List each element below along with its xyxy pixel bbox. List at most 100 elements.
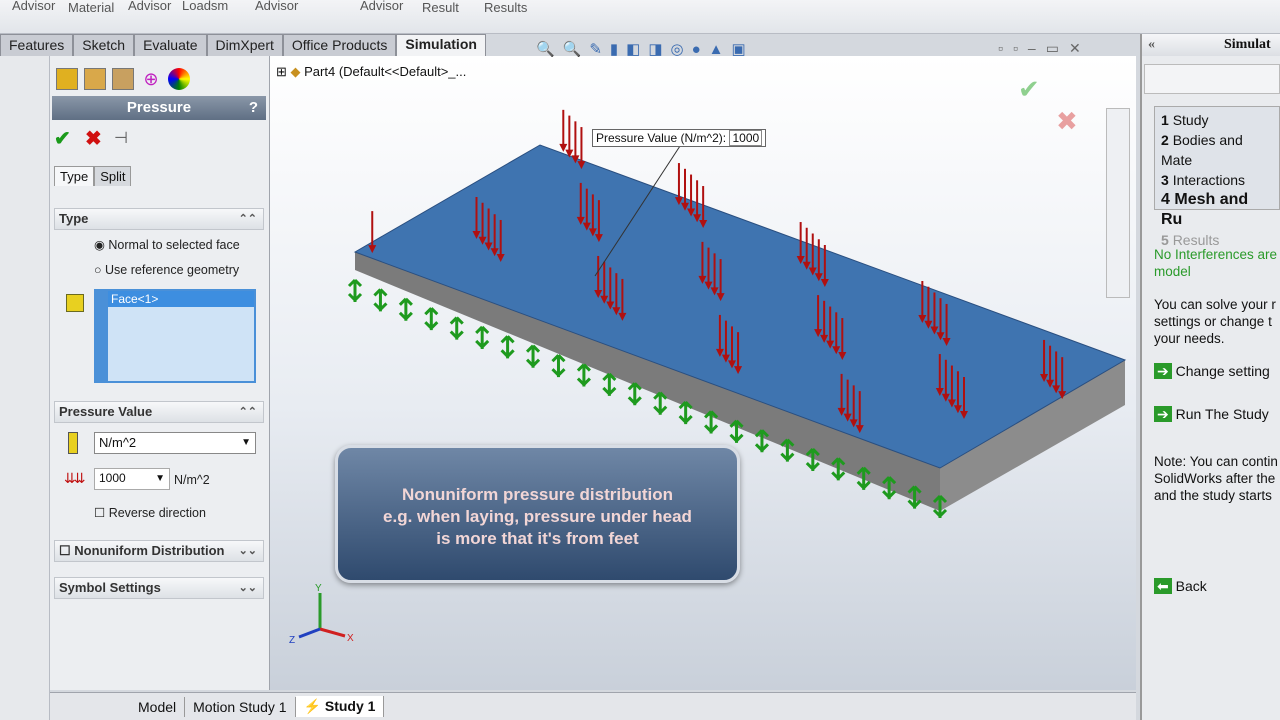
- fixture-symbol: [729, 419, 744, 443]
- fixture-symbol: [373, 288, 388, 312]
- pane-header-bar: [1144, 64, 1280, 94]
- pressure-arrows-icon: ⇊⇊: [64, 470, 86, 486]
- tab-study-1[interactable]: ⚡ Study 1: [295, 696, 385, 717]
- reverse-direction-checkbox[interactable]: ☐ Reverse direction: [94, 505, 206, 520]
- value-unit: N/m^2: [174, 473, 210, 487]
- fixture-symbol: [475, 325, 490, 350]
- change-settings-link[interactable]: ➔ Change setting: [1154, 363, 1280, 380]
- window-controls[interactable]: ▫▫–▭✕: [998, 40, 1091, 57]
- back-link[interactable]: ⬅ Back: [1154, 578, 1280, 595]
- unit-select[interactable]: N/m^2 ▼: [94, 432, 256, 454]
- radio-normal-label: Normal to selected face: [108, 238, 240, 252]
- property-manager-icon[interactable]: [84, 68, 106, 90]
- face-item[interactable]: Face<1>: [108, 291, 254, 307]
- fixture-symbol: [602, 372, 617, 397]
- task-pane-tabs[interactable]: [1106, 108, 1130, 298]
- type-section-label: Type: [59, 211, 89, 226]
- fixture-symbol: [627, 382, 642, 406]
- axis-z: Z: [289, 635, 295, 646]
- simulation-toolbar: [0, 56, 50, 720]
- arrow-left-icon: ⬅: [1154, 578, 1172, 594]
- fixture-symbol: [424, 307, 439, 331]
- type-section-header[interactable]: Type ⌃⌃: [54, 208, 264, 230]
- fixture-symbol: [500, 335, 515, 359]
- dimxpert-icon[interactable]: ⊕: [140, 68, 162, 90]
- ribbon-item[interactable]: Advisor: [128, 0, 171, 13]
- face-selection-box[interactable]: Face<1>: [94, 289, 256, 383]
- step-mesh-run[interactable]: 4 Mesh and Ru: [1161, 190, 1273, 230]
- display-manager-icon[interactable]: [168, 68, 190, 90]
- tab-evaluate[interactable]: Evaluate: [134, 34, 207, 56]
- radio-normal[interactable]: ◉ Normal to selected face: [94, 237, 240, 252]
- ok-check-icon[interactable]: ✔: [54, 126, 71, 151]
- tab-model[interactable]: Model: [130, 696, 186, 717]
- pane-title: Simulat: [1224, 37, 1271, 52]
- callout-value[interactable]: 1000: [729, 130, 763, 146]
- pm-subtabs: Type Split: [54, 166, 132, 186]
- pressure-callout[interactable]: Pressure Value (N/m^2): 1000: [592, 129, 767, 147]
- tab-dimxpert[interactable]: DimXpert: [206, 34, 283, 56]
- tab-features[interactable]: Features: [0, 34, 74, 56]
- ribbon-item[interactable]: Advisor: [255, 0, 298, 13]
- fixture-symbol: [449, 316, 464, 340]
- fixture-symbol: [551, 354, 566, 378]
- tab-split[interactable]: Split: [94, 166, 132, 186]
- pin-icon[interactable]: ⊣: [114, 128, 128, 148]
- ribbon-item[interactable]: Material: [68, 0, 114, 15]
- configuration-manager-icon[interactable]: [112, 68, 134, 90]
- face-icon: [66, 294, 84, 312]
- tab-type[interactable]: Type: [54, 166, 95, 186]
- pm-title: Pressure?: [52, 96, 266, 120]
- ribbon-item[interactable]: Advisor: [360, 0, 403, 13]
- pm-tab-icons: ⊕: [56, 68, 190, 90]
- collapse-pane-icon[interactable]: «: [1148, 34, 1155, 56]
- dropdown-arrow-icon: ▼: [241, 437, 251, 448]
- fixture-symbol: [678, 401, 693, 425]
- arrow-right-icon: ➔: [1154, 406, 1172, 422]
- pm-title-text: Pressure: [126, 99, 192, 116]
- nonuniform-label: Nonuniform Distribution: [74, 543, 225, 558]
- arrow-right-icon: ➔: [1154, 363, 1172, 379]
- pressure-value: 1000: [99, 471, 126, 485]
- collapse-icon: ⌃⌃: [238, 213, 257, 225]
- triad: Y Z X: [289, 583, 354, 646]
- pressure-value-label: Pressure Value: [59, 404, 153, 419]
- pressure-value-input[interactable]: 1000 ▼: [94, 468, 170, 490]
- collapse-icon: ⌃⌃: [238, 406, 257, 418]
- caption-line: Nonuniform pressure distribution: [401, 485, 674, 504]
- expand-icon: ⌄⌄: [238, 582, 257, 594]
- cancel-x-icon[interactable]: ✖: [85, 126, 102, 151]
- reverse-direction-label: Reverse direction: [108, 506, 206, 520]
- help-icon[interactable]: ?: [249, 96, 258, 120]
- axis-x: X: [347, 633, 354, 644]
- graphics-area[interactable]: ⊞ ◆ Part4 (Default<<Default>_... Pressur…: [270, 56, 1136, 690]
- tab-motion-study[interactable]: Motion Study 1: [185, 696, 296, 717]
- simulation-advisor-pane: « Simulat 1 Study 2 Bodies and Mate 3 In…: [1140, 34, 1280, 720]
- radio-reference[interactable]: ○ Use reference geometry: [94, 263, 239, 277]
- view-toolbar[interactable]: 🔍🔍✎▮◧◨◎●▲▣: [536, 40, 754, 58]
- ribbon-item[interactable]: Result: [422, 0, 459, 15]
- confirm-check-icon[interactable]: ✔: [1018, 74, 1040, 105]
- tab-sketch[interactable]: Sketch: [73, 34, 135, 56]
- step-study[interactable]: 1 Study: [1161, 110, 1273, 130]
- feature-manager-icon[interactable]: [56, 68, 78, 90]
- step-bodies[interactable]: 2 Bodies and Mate: [1161, 130, 1273, 170]
- unit-value: N/m^2: [99, 435, 137, 450]
- tab-office-products[interactable]: Office Products: [282, 34, 397, 56]
- nonuniform-header[interactable]: ☐ Nonuniform Distribution ⌄⌄: [54, 540, 264, 562]
- ribbon-item[interactable]: Advisor: [12, 0, 55, 13]
- fixture-symbol: [398, 297, 413, 321]
- caption-line: e.g. when laying, pressure under head: [383, 507, 692, 526]
- confirm-cancel-icon[interactable]: ✖: [1056, 106, 1078, 137]
- solve-message: You can solve your r settings or change t…: [1154, 297, 1276, 346]
- ribbon-item[interactable]: Loadsm: [182, 0, 228, 13]
- step-interactions[interactable]: 3 Interactions: [1161, 170, 1273, 190]
- interference-message: No Interferences are model: [1154, 247, 1278, 279]
- property-manager: ⊕ Pressure? ✔ ✖ ⊣ Type Split Type ⌃⌃ ◉ No…: [50, 56, 270, 690]
- tab-simulation[interactable]: Simulation: [396, 34, 486, 56]
- ribbon-item[interactable]: Results: [484, 0, 527, 15]
- note-message: Note: You can contin SolidWorks after the…: [1154, 454, 1278, 503]
- run-study-link[interactable]: ➔ Run The Study: [1154, 406, 1280, 423]
- symbol-settings-header[interactable]: Symbol Settings ⌄⌄: [54, 577, 264, 599]
- pressure-value-header[interactable]: Pressure Value ⌃⌃: [54, 401, 264, 423]
